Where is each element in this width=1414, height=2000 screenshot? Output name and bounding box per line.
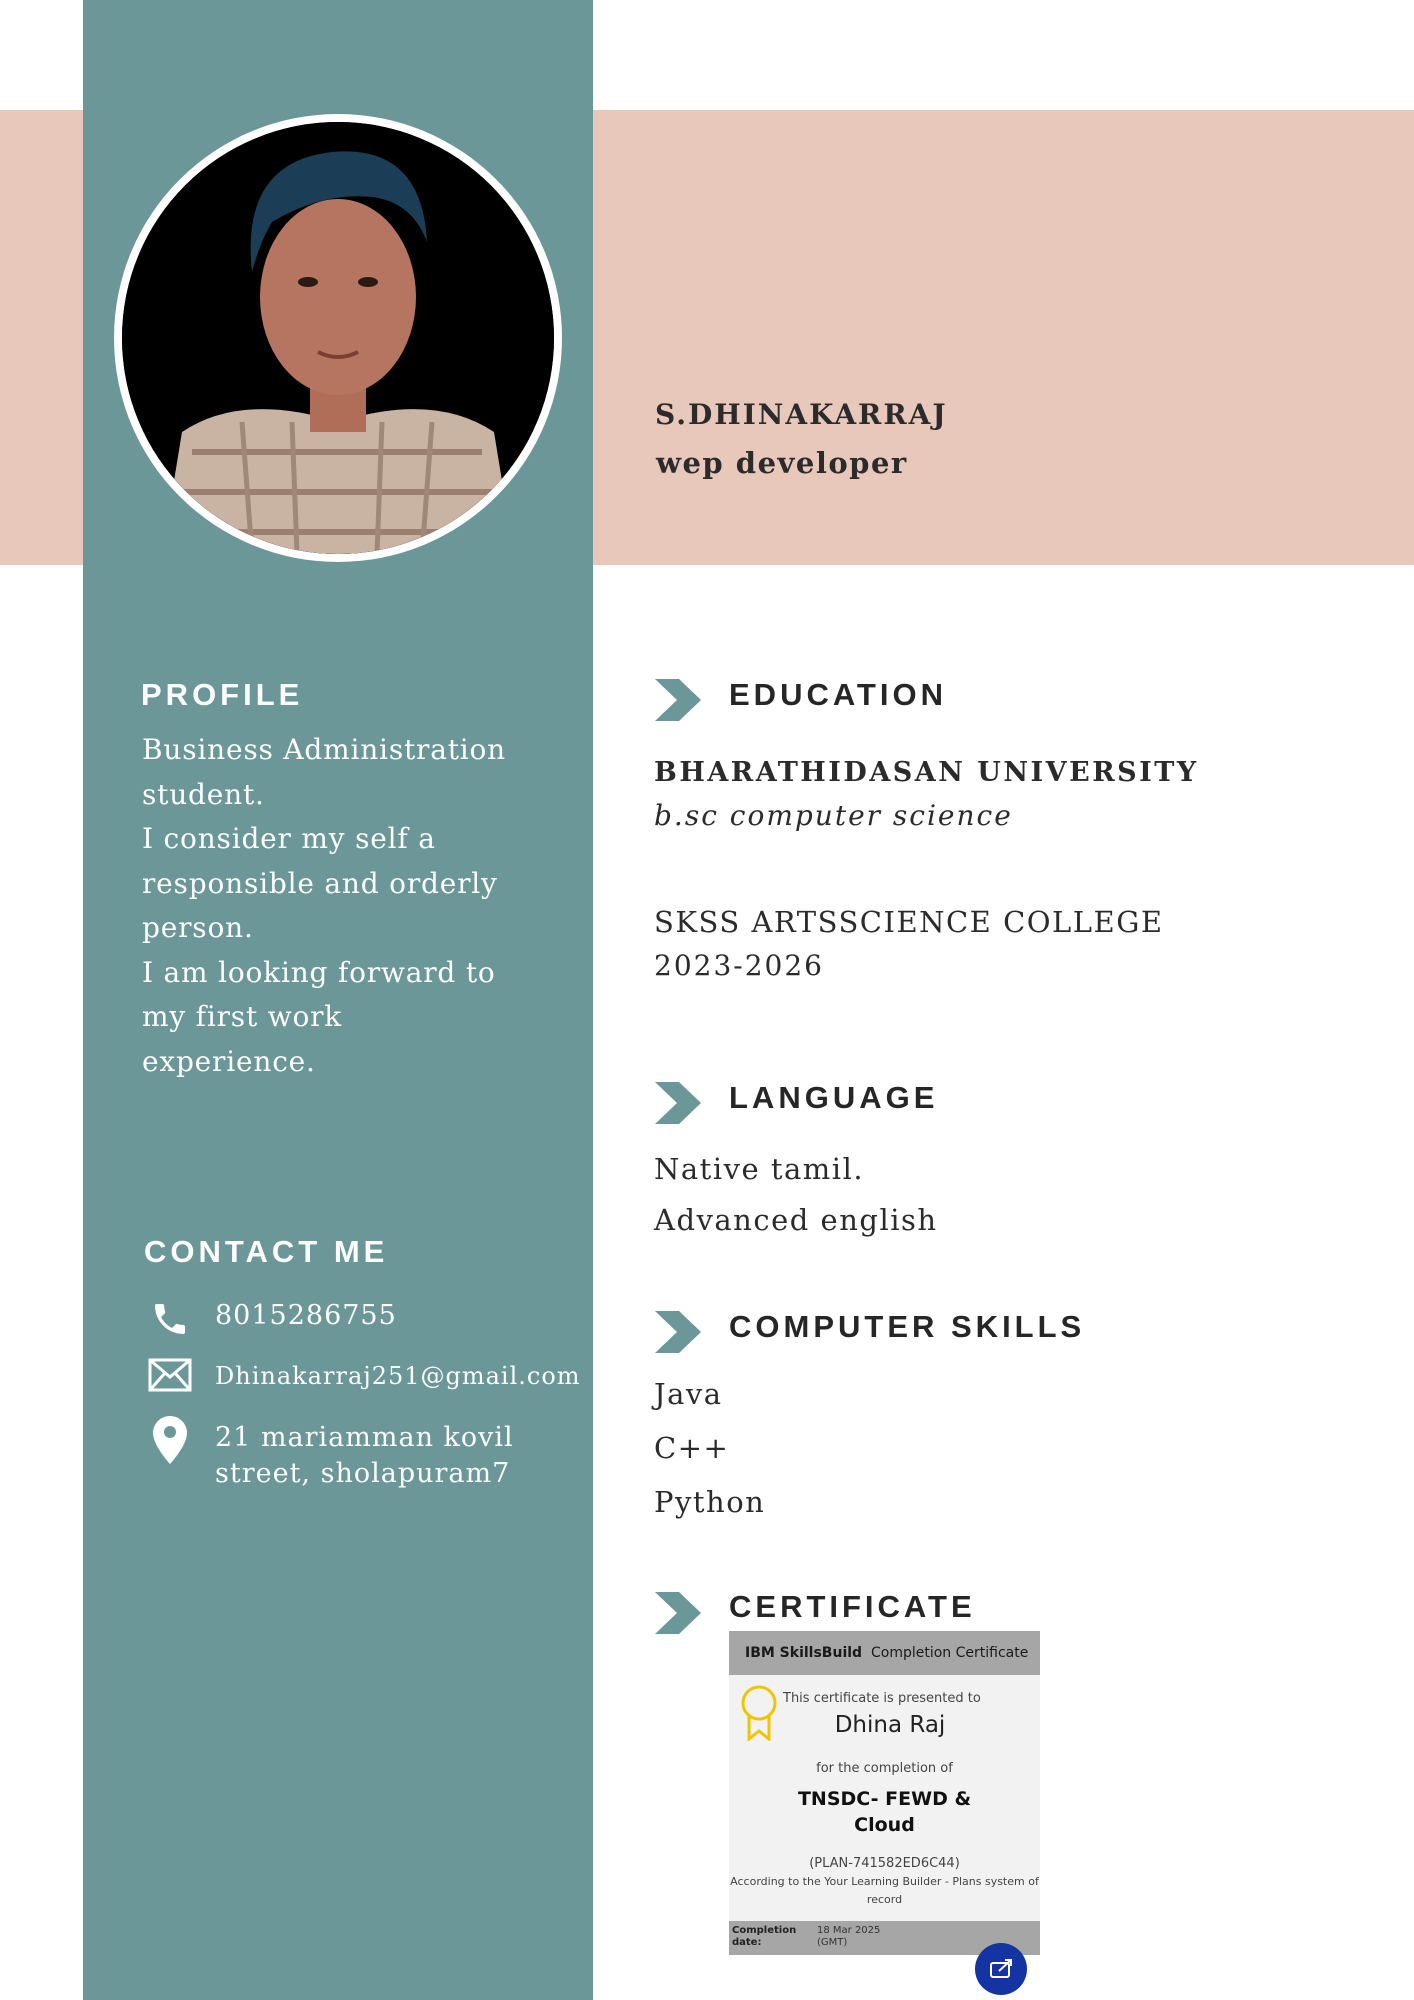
location-pin-icon: [153, 1416, 187, 1464]
university-name: BHARATHIDASAN UNIVERSITY: [654, 757, 1199, 788]
profile-photo-frame: [114, 114, 562, 562]
certificate-recipient: Dhina Raj: [834, 1712, 946, 1738]
study-years: 2023-2026: [654, 949, 824, 982]
certificate-completion-of: for the completion of: [816, 1761, 953, 1776]
profile-line: student.: [142, 777, 265, 811]
education-arrow-icon: [655, 679, 701, 721]
phone-icon: [150, 1299, 190, 1339]
profile-heading: PROFILE: [141, 677, 304, 712]
profile-line: my first work: [142, 1000, 343, 1033]
certificate-header: IBM SkillsBuild Completion Certificate: [729, 1631, 1040, 1675]
profile-photo: [122, 122, 554, 554]
skill-item: C++: [654, 1431, 730, 1465]
language-item: Advanced english: [654, 1203, 938, 1237]
certificate-course-line-2: Cloud: [854, 1814, 915, 1836]
certificate-according-line-2: record: [866, 1893, 903, 1906]
certificate-heading: CERTIFICATE: [729, 1589, 976, 1624]
profile-line: responsible and orderly: [142, 866, 498, 900]
address-line-1: 21 mariamman kovil: [215, 1422, 514, 1453]
contact-heading: CONTACT ME: [144, 1234, 389, 1269]
profile-line: I consider my self a: [142, 822, 436, 855]
college-name: SKSS ARTSSCIENCE COLLEGE: [654, 905, 1164, 939]
profile-text: Business Administration student. I consi…: [142, 728, 562, 1084]
certificate-plan: (PLAN-741582ED6C44): [809, 1856, 960, 1871]
language-item: Native tamil.: [654, 1152, 865, 1186]
certificate-presented: This certificate is presented to: [783, 1691, 981, 1706]
skills-arrow-icon: [655, 1311, 701, 1353]
language-arrow-icon: [655, 1082, 701, 1124]
share-icon: [990, 1959, 1012, 1978]
email-address[interactable]: Dhinakarraj251@gmail.com: [215, 1362, 581, 1390]
profile-line: Business Administration: [142, 733, 507, 766]
skills-heading: COMPUTER SKILLS: [729, 1309, 1086, 1344]
certificate-timezone: (GMT): [817, 1937, 848, 1948]
share-button[interactable]: [975, 1943, 1027, 1995]
address-line-2: street, sholapuram7: [215, 1458, 511, 1489]
certificate-arrow-icon: [655, 1592, 701, 1634]
phone-number[interactable]: 8015286755: [215, 1300, 397, 1331]
certificate-header-text: Completion Certificate: [870, 1645, 1029, 1661]
mail-icon: [148, 1358, 192, 1398]
education-heading: EDUCATION: [729, 677, 947, 712]
certificate-completion-label: Completion date:: [732, 1925, 797, 1948]
certificate-according-line-1: According to the Your Learning Builder -…: [730, 1875, 1039, 1888]
certificate-brand: IBM SkillsBuild: [745, 1645, 863, 1661]
candidate-name: S.DHINAKARRAJ: [655, 398, 948, 431]
profile-line: I am looking forward to: [142, 955, 496, 989]
profile-line: experience.: [142, 1044, 316, 1078]
skill-item: Python: [654, 1485, 766, 1519]
certificate-completion-date: 18 Mar 2025: [817, 1925, 881, 1936]
degree: b.sc computer science: [654, 799, 1013, 832]
candidate-role: wep developer: [656, 446, 908, 480]
language-heading: LANGUAGE: [729, 1080, 939, 1115]
profile-line: person.: [142, 911, 254, 944]
certificate-course-line-1: TNSDC- FEWD &: [797, 1788, 972, 1810]
skill-item: Java: [654, 1377, 723, 1411]
certificate-image[interactable]: IBM SkillsBuild Completion Certificate T…: [729, 1631, 1040, 1955]
